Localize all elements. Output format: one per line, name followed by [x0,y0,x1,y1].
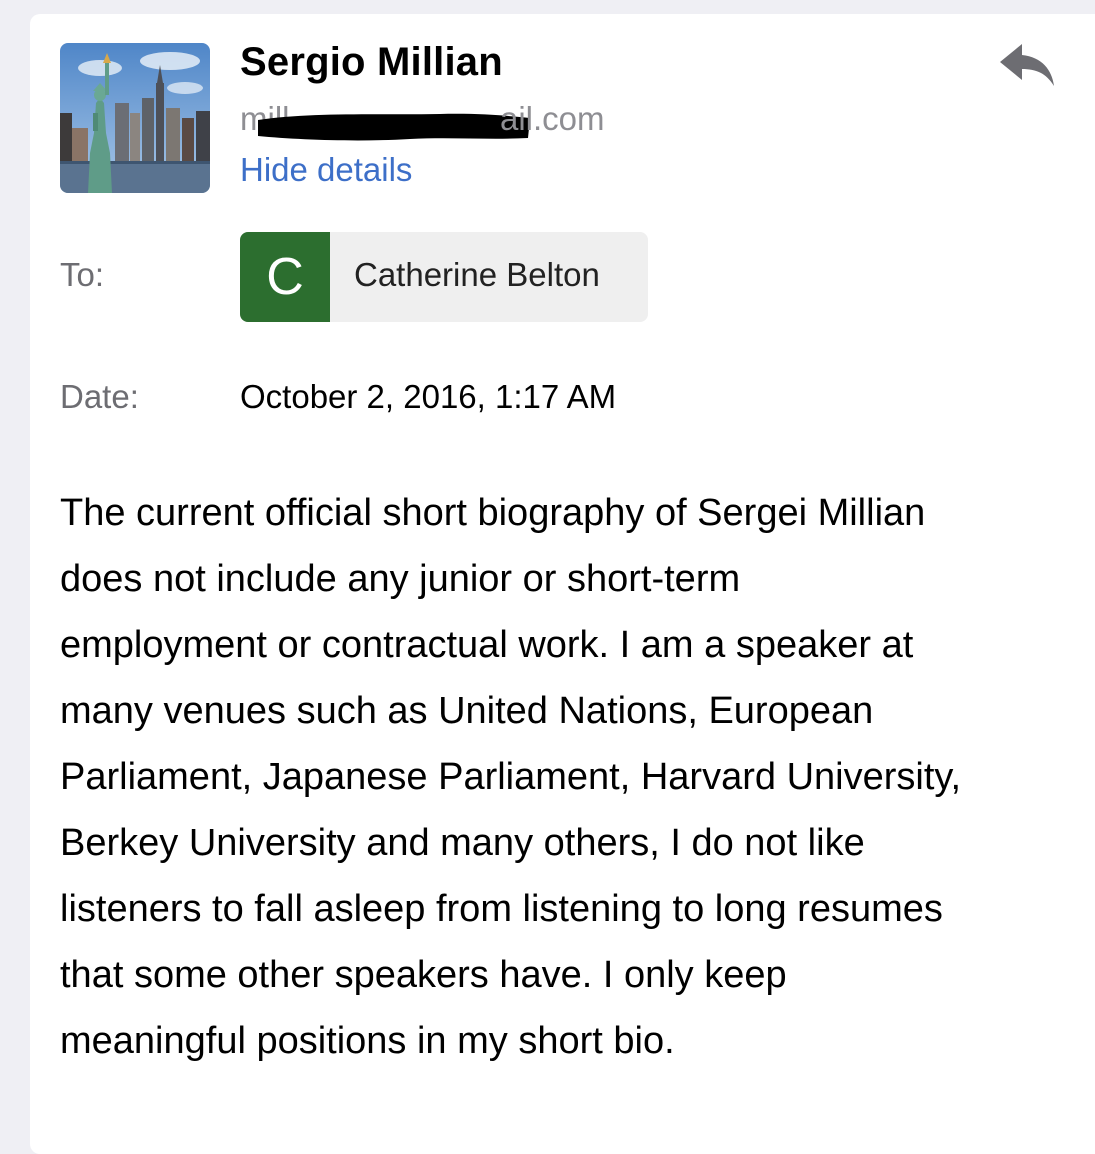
recipient-avatar-initial: C [240,232,330,322]
redaction-mark [258,113,530,141]
body-line: Parliament, Japanese Parliament, Harvard… [60,756,962,798]
sender-name: Sergio Millian [240,40,503,84]
email-body: The current official short biography of … [60,480,1060,1074]
sender-email: mill ail.com [240,100,640,144]
body-line: many venues such as United Nations, Euro… [60,690,874,732]
recipient-chip[interactable]: C Catherine Belton [240,232,648,322]
reply-arrow-icon[interactable] [996,40,1060,92]
body-line: that some other speakers have. I only ke… [60,954,787,996]
body-line: The current official short biography of … [60,492,926,534]
body-line: does not include any junior or short-ter… [60,558,741,600]
body-line: employment or contractual work. I am a s… [60,624,914,666]
body-line: meaningful positions in my short bio. [60,1020,675,1062]
email-card: Sergio Millian mill ail.com Hide details… [30,14,1095,1154]
recipient-name: Catherine Belton [354,256,600,293]
date-label: Date: [60,378,139,415]
body-line: Berkey University and many others, I do … [60,822,865,864]
hide-details-link[interactable]: Hide details [240,151,412,189]
sender-email-suffix: ail.com [500,100,605,137]
to-label: To: [60,256,105,293]
statue-of-liberty-photo [60,43,210,193]
sender-avatar [60,43,210,193]
date-value: October 2, 2016, 1:17 AM [240,378,617,415]
body-line: listeners to fall asleep from listening … [60,888,943,930]
